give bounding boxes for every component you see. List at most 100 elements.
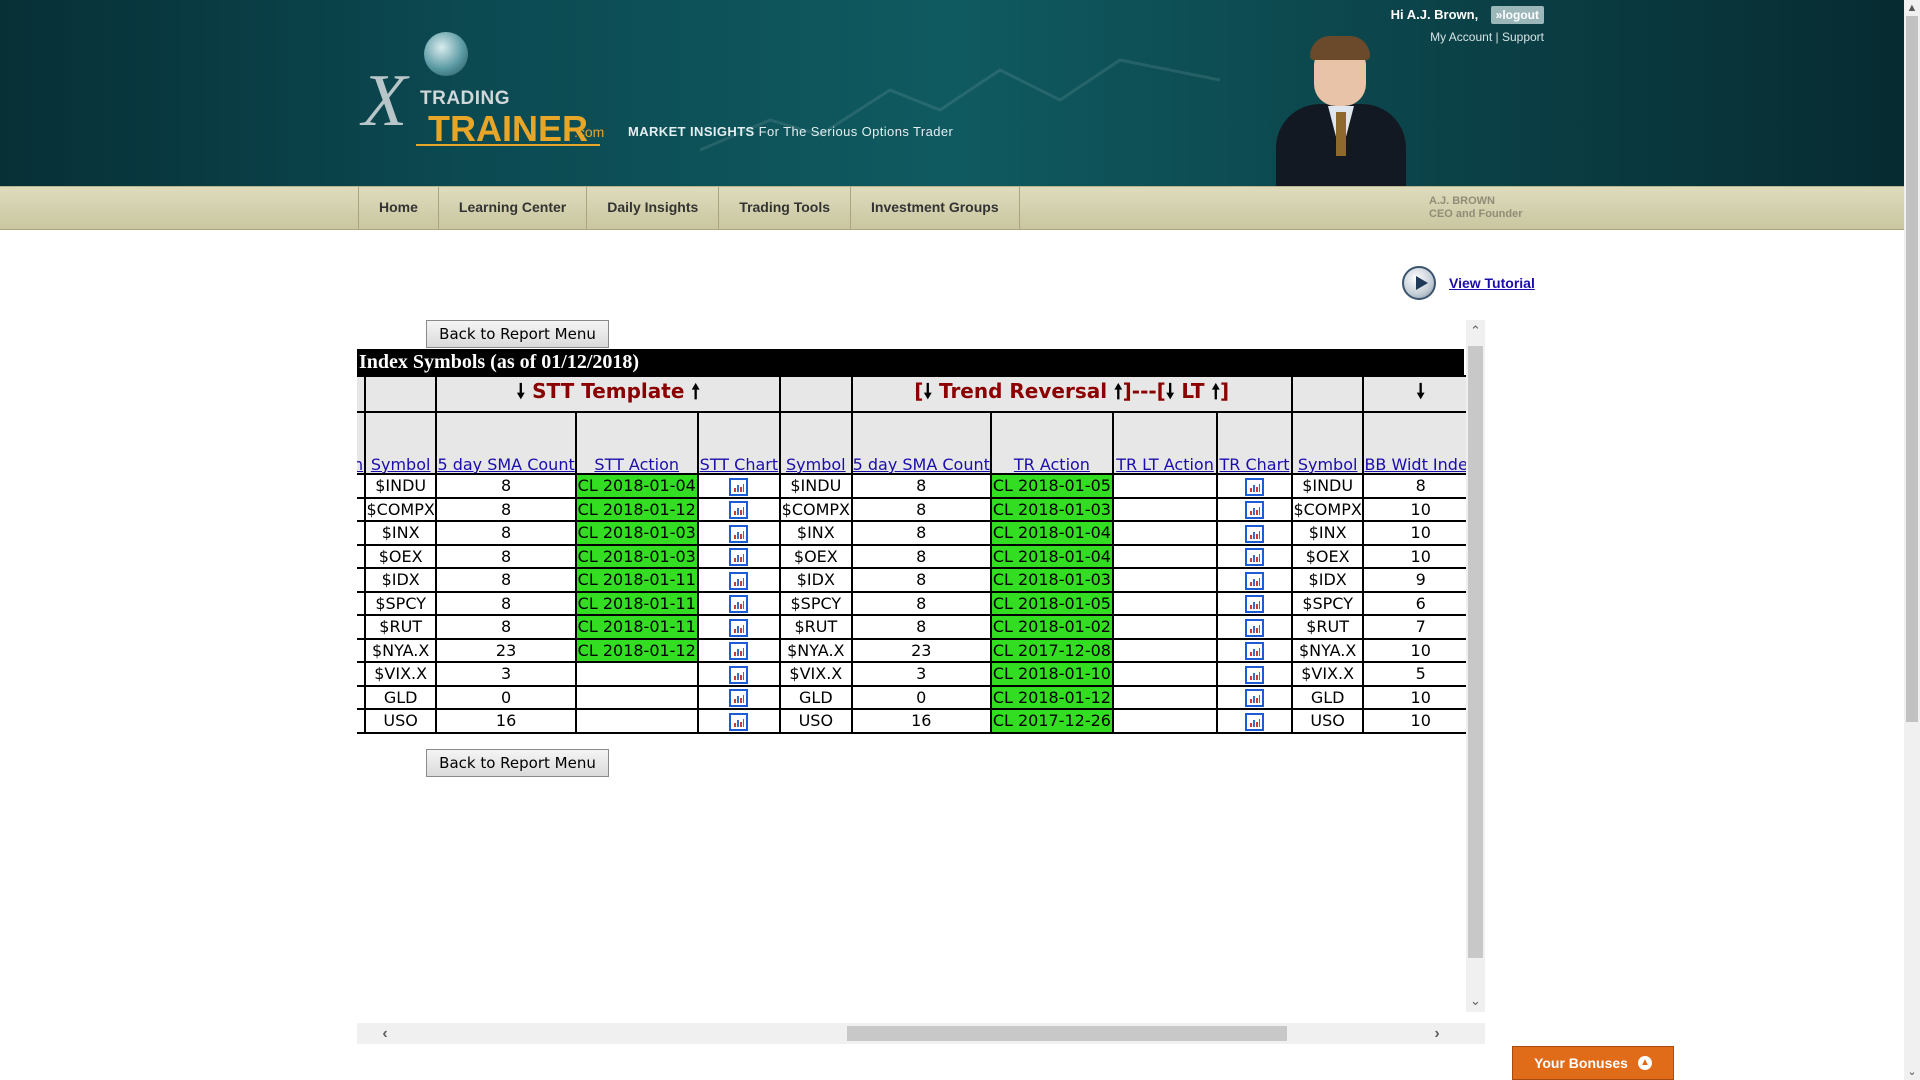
play-icon[interactable] <box>1402 266 1436 300</box>
sort-symbol-2-link[interactable]: Symbol <box>786 455 846 472</box>
symbol-cell: $NYA.X <box>363 637 438 663</box>
stt-sma-count-cell: 0 <box>435 684 577 710</box>
support-link[interactable]: Support <box>1502 30 1544 44</box>
tr-chart-cell[interactable] <box>1216 708 1293 734</box>
chart-icon[interactable] <box>729 501 749 520</box>
ceo-photo <box>1276 36 1406 186</box>
tr-chart-cell[interactable] <box>1216 614 1293 640</box>
stt-chart-cell[interactable] <box>696 708 782 734</box>
account-links-separator: | <box>1495 30 1499 44</box>
report-horizontal-scrollbar[interactable]: ‹ › <box>357 1023 1485 1044</box>
chart-icon[interactable] <box>1245 477 1264 496</box>
chart-icon[interactable] <box>729 595 749 614</box>
sort-tr-chart-link[interactable]: TR Chart <box>1220 455 1290 472</box>
tr-chart-cell[interactable] <box>1216 590 1293 616</box>
page-scroll-down-icon[interactable]: ⌄ <box>1904 1064 1920 1080</box>
group-header-tr-label: Trend Reversal <box>939 379 1108 403</box>
chart-icon[interactable] <box>729 477 749 496</box>
sort-tr-sma-count-link[interactable]: 5 day SMA Count <box>854 455 989 472</box>
page-scroll-up-icon[interactable]: ▲ <box>1904 0 1920 16</box>
scroll-left-icon[interactable]: ‹ <box>375 1023 395 1044</box>
page-scrollbar[interactable]: ▲ ⌄ <box>1904 0 1920 1080</box>
stt-chart-cell[interactable] <box>696 590 782 616</box>
chart-icon[interactable] <box>1245 595 1264 614</box>
chart-icon[interactable] <box>1245 665 1264 684</box>
group-header-separator: ]---[ <box>1122 379 1166 403</box>
chart-icon[interactable] <box>1245 571 1264 590</box>
stt-chart-cell[interactable] <box>696 684 782 710</box>
chart-icon[interactable] <box>729 665 749 684</box>
sort-tr-action-link[interactable]: TR Action <box>1014 455 1090 472</box>
vertical-scroll-thumb[interactable] <box>1468 346 1483 958</box>
tr-sma-count-cell: 8 <box>850 543 992 569</box>
group-header-bracket: ] <box>1220 379 1230 403</box>
nav-item-home[interactable]: Home <box>358 187 438 229</box>
back-to-report-menu-button-bottom[interactable]: Back to Report Menu <box>426 749 609 777</box>
stt-chart-cell[interactable] <box>696 567 782 593</box>
sort-tr-lt-action-link[interactable]: TR LT Action <box>1116 455 1214 472</box>
stt-chart-cell[interactable] <box>696 520 782 546</box>
stt-chart-cell[interactable] <box>696 496 782 522</box>
nav-item-daily-insights[interactable]: Daily Insights <box>586 187 718 229</box>
stt-action-cell <box>574 684 699 710</box>
chart-icon[interactable] <box>729 642 749 661</box>
chart-icon[interactable] <box>1245 712 1264 731</box>
tr-chart-cell[interactable] <box>1216 661 1293 687</box>
stt-chart-cell[interactable] <box>696 473 782 499</box>
horizontal-scroll-thumb[interactable] <box>847 1026 1287 1041</box>
user-greeting: Hi A.J. Brown, <box>1390 7 1479 22</box>
chart-icon[interactable] <box>1245 618 1264 637</box>
my-account-link[interactable]: My Account <box>1430 30 1492 44</box>
group-header-row: 🠗 STT Template 🠕 [🠗 Trend Reversal 🠕]---… <box>357 375 1479 413</box>
scroll-up-icon[interactable]: ⌃ <box>1466 322 1485 340</box>
tr-action-cell: CL 2018-01-04 <box>989 520 1114 546</box>
nav-item-trading-tools[interactable]: Trading Tools <box>718 187 850 229</box>
nav-item-investment-groups[interactable]: Investment Groups <box>850 187 1020 229</box>
tr-chart-cell[interactable] <box>1216 637 1293 663</box>
column-header-symbol-3: Symbol <box>1290 411 1365 475</box>
chart-icon[interactable] <box>1245 524 1264 543</box>
logout-button[interactable]: »logout <box>1490 6 1544 24</box>
sort-symbol-3-link[interactable]: Symbol <box>1298 455 1358 472</box>
symbol-cell: GLD <box>363 684 438 710</box>
tr-chart-cell[interactable] <box>1216 473 1293 499</box>
report-vertical-scrollbar[interactable]: ⌃ ⌄ <box>1466 320 1485 1012</box>
stt-chart-cell[interactable] <box>696 661 782 687</box>
chart-icon[interactable] <box>729 689 749 708</box>
arrow-down-icon: 🠗 <box>516 379 526 403</box>
chart-icon[interactable] <box>729 712 749 731</box>
chart-icon[interactable] <box>729 571 749 590</box>
tagline-rest: For The Serious Options Trader <box>758 124 954 139</box>
sort-bb-width-link[interactable]: BB Widt Index <box>1365 455 1476 472</box>
scroll-down-icon[interactable]: ⌄ <box>1466 992 1485 1010</box>
sort-stt-sma-count-link[interactable]: 5 day SMA Count <box>438 455 573 472</box>
chart-icon[interactable] <box>729 524 749 543</box>
sort-symbol-link[interactable]: Symbol <box>371 455 431 472</box>
tr-chart-cell[interactable] <box>1216 520 1293 546</box>
tr-lt-action-cell <box>1111 473 1219 499</box>
chart-icon[interactable] <box>1245 689 1264 708</box>
tr-chart-cell[interactable] <box>1216 684 1293 710</box>
stt-chart-cell[interactable] <box>696 637 782 663</box>
chart-icon[interactable] <box>1245 501 1264 520</box>
stt-chart-cell[interactable] <box>696 614 782 640</box>
scroll-right-icon[interactable]: › <box>1427 1023 1447 1044</box>
site-logo[interactable]: X TRADING TRAINER .com <box>358 28 618 149</box>
view-tutorial-link[interactable]: View Tutorial <box>1449 275 1535 291</box>
nav-item-learning-center[interactable]: Learning Center <box>437 187 586 229</box>
column-header-cut-link[interactable]: n <box>357 455 363 472</box>
tr-chart-cell[interactable] <box>1216 567 1293 593</box>
sort-stt-action-link[interactable]: STT Action <box>594 455 679 472</box>
sort-stt-chart-link[interactable]: STT Chart <box>700 455 778 472</box>
tr-chart-cell[interactable] <box>1216 543 1293 569</box>
column-header-stt-count: 5 day SMA Count <box>435 411 577 475</box>
your-bonuses-button[interactable]: Your Bonuses ▲ <box>1512 1046 1674 1080</box>
chart-icon[interactable] <box>729 548 749 567</box>
tr-chart-cell[interactable] <box>1216 496 1293 522</box>
chart-icon[interactable] <box>1245 548 1264 567</box>
chart-icon[interactable] <box>1245 642 1264 661</box>
back-to-report-menu-button-top[interactable]: Back to Report Menu <box>426 320 609 348</box>
page-scroll-thumb[interactable] <box>1906 16 1918 722</box>
stt-chart-cell[interactable] <box>696 543 782 569</box>
chart-icon[interactable] <box>729 618 749 637</box>
